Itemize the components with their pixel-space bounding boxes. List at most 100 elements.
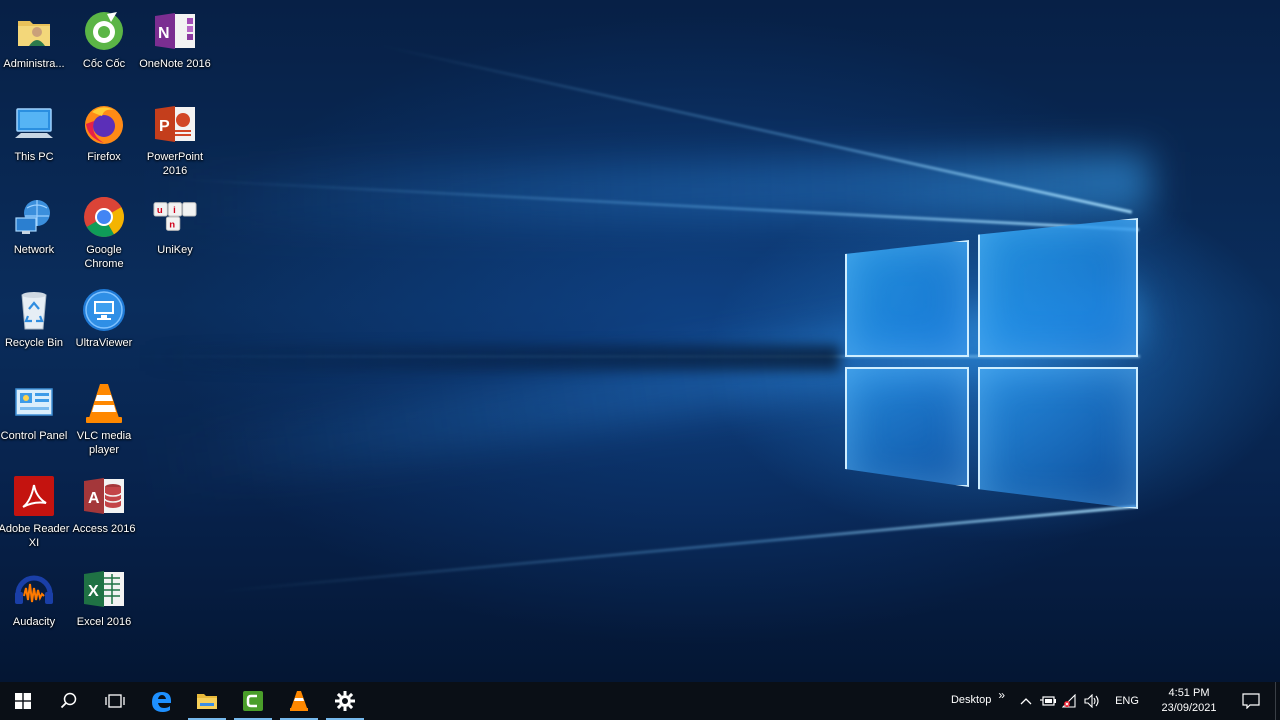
taskbar-edge-button[interactable] <box>138 682 184 720</box>
chevron-up-icon <box>1020 698 1032 705</box>
icon-label: Administra... <box>3 58 65 70</box>
clock[interactable]: 4:51 PM 23/09/2021 <box>1151 682 1227 720</box>
recycle-bin-icon <box>12 288 56 332</box>
network-disconnected-icon <box>1062 694 1076 708</box>
desktop-icon-this-pc[interactable]: This PC <box>0 95 69 183</box>
chrome-icon <box>82 195 126 239</box>
icon-label: Access 2016 <box>72 523 136 535</box>
edge-icon <box>152 692 171 712</box>
clock-date: 23/09/2021 <box>1161 702 1217 714</box>
desktop-icon-coccoc[interactable]: Cốc Cốc <box>69 2 139 90</box>
icon-label: Recycle Bin <box>4 337 64 349</box>
toolbar-expand-icon[interactable]: » <box>998 688 1005 702</box>
taskbar: Desktop » ENG 4:51 PM 23/09/2021 <box>0 682 1280 720</box>
ultraviewer-icon <box>82 288 126 332</box>
icon-label: PowerPoint 2016 <box>146 151 204 177</box>
unikey-icon: u i n <box>153 195 197 239</box>
desktop-icon-recycle-bin[interactable]: Recycle Bin <box>0 281 69 369</box>
clock-time: 4:51 PM <box>1168 687 1210 699</box>
desktop-icon-control-panel[interactable]: Control Panel <box>0 374 69 462</box>
desktop-icon-adobe-reader[interactable]: Adobe Reader XI <box>0 467 69 555</box>
windows-start-icon <box>15 693 31 709</box>
svg-text:N: N <box>158 25 170 42</box>
battery-plug-icon <box>1040 696 1056 706</box>
svg-text:X: X <box>88 583 99 600</box>
desktop-icon-google-chrome[interactable]: Google Chrome <box>69 188 139 276</box>
language-label: ENG <box>1115 695 1139 707</box>
taskbar-camtasia-button[interactable] <box>230 682 276 720</box>
task-view-button[interactable] <box>92 682 138 720</box>
icon-label: Network <box>13 244 55 256</box>
desktop-toolbar[interactable]: Desktop » <box>951 682 1005 720</box>
icon-label: Cốc Cốc <box>82 58 126 70</box>
search-icon <box>60 692 77 709</box>
icon-label: OneNote 2016 <box>139 58 211 70</box>
camtasia-icon <box>243 691 263 711</box>
desktop-icon-access[interactable]: A Access 2016 <box>69 467 139 555</box>
access-icon: A <box>82 474 126 518</box>
excel-icon: X <box>82 567 126 611</box>
desktop-icon-ultraviewer[interactable]: UltraViewer <box>69 281 139 369</box>
svg-text:u: u <box>157 205 163 216</box>
desktop-icon-administrator[interactable]: Administra... <box>0 2 69 90</box>
desktop-icon-network[interactable]: Network <box>0 188 69 276</box>
shadow-band <box>140 345 840 371</box>
icon-label: Excel 2016 <box>76 616 132 628</box>
audacity-icon <box>12 567 56 611</box>
desktop-icon-unikey[interactable]: u i n UniKey <box>140 188 210 276</box>
windows-logo-pane-top-right <box>978 218 1138 357</box>
action-center-button[interactable] <box>1227 682 1275 720</box>
icon-label: UltraViewer <box>75 337 133 349</box>
coccoc-icon <box>82 9 126 53</box>
desktop-icon-powerpoint[interactable]: P PowerPoint 2016 <box>140 95 210 183</box>
language-indicator[interactable]: ENG <box>1109 682 1145 720</box>
firefox-icon <box>82 102 126 146</box>
desktop-icon-firefox[interactable]: Firefox <box>69 95 139 183</box>
desktop-icon-onenote[interactable]: N OneNote 2016 <box>139 2 211 90</box>
icon-label: Adobe Reader XI <box>0 523 70 549</box>
powerpoint-icon: P <box>153 102 197 146</box>
start-button[interactable] <box>0 682 46 720</box>
light-beam <box>149 152 1151 230</box>
light-beam <box>219 505 1137 593</box>
show-hidden-icons-button[interactable] <box>1015 682 1037 720</box>
icon-label: VLC media player <box>76 430 132 456</box>
svg-text:i: i <box>173 205 176 216</box>
icon-label: Google Chrome <box>84 244 124 270</box>
speaker-icon <box>1084 694 1099 708</box>
windows-logo-pane-bottom-right <box>978 367 1138 509</box>
windows-logo-pane-bottom-left <box>845 367 969 487</box>
notification-icon <box>1242 693 1260 709</box>
desktop-toolbar-label: Desktop <box>950 694 992 706</box>
taskbar-settings-button[interactable] <box>322 682 368 720</box>
taskbar-file-explorer-button[interactable] <box>184 682 230 720</box>
svg-text:A: A <box>88 490 100 507</box>
desktop-icon-audacity[interactable]: Audacity <box>0 560 69 648</box>
svg-text:P: P <box>159 118 170 135</box>
show-desktop-button[interactable] <box>1275 682 1280 720</box>
power-tray-button[interactable] <box>1037 682 1059 720</box>
taskbar-vlc-button[interactable] <box>276 682 322 720</box>
task-view-icon <box>105 694 125 708</box>
desktop-icon-excel[interactable]: X Excel 2016 <box>69 560 139 648</box>
icon-label: Audacity <box>12 616 56 628</box>
onenote-icon: N <box>153 9 197 53</box>
adobe-reader-icon <box>12 474 56 518</box>
computer-icon <box>12 102 56 146</box>
user-folder-icon <box>12 9 56 53</box>
vlc-icon <box>82 381 126 425</box>
network-icon <box>12 195 56 239</box>
icon-label: Firefox <box>87 151 121 163</box>
search-button[interactable] <box>46 682 92 720</box>
settings-gear-icon <box>335 691 355 711</box>
control-panel-icon <box>12 381 56 425</box>
svg-text:n: n <box>169 220 175 231</box>
network-tray-button[interactable] <box>1059 682 1081 720</box>
icon-label: UniKey <box>157 244 193 256</box>
file-explorer-icon <box>197 694 217 709</box>
desktop-icon-vlc[interactable]: VLC media player <box>69 374 139 462</box>
volume-tray-button[interactable] <box>1081 682 1103 720</box>
desktop-wallpaper: Administra... This PC Network Recycle Bi… <box>0 0 1280 682</box>
icon-label: Control Panel <box>0 430 68 442</box>
windows-logo-pane-top-left <box>845 240 969 357</box>
